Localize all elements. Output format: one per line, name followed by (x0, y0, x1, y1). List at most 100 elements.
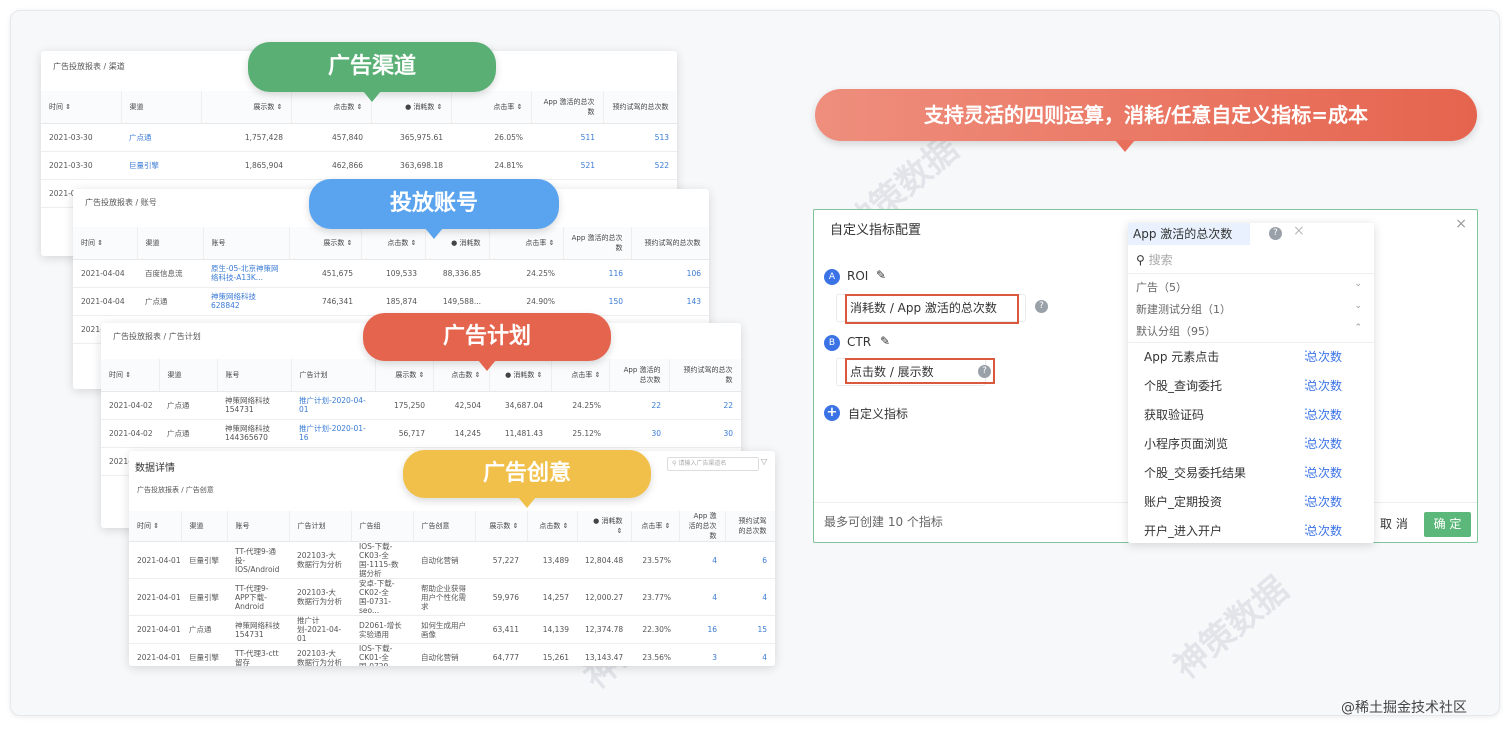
dropdown-item[interactable]: 个股_交易委托结果 (1144, 464, 1246, 481)
table-cell[interactable]: 22 (609, 391, 669, 420)
table-cell[interactable]: 30 (609, 419, 669, 448)
plan-bubble: 广告计划 (363, 313, 611, 371)
aggregation-option[interactable]: 总次数 (1306, 435, 1342, 452)
table-cell[interactable]: 511 (531, 123, 603, 152)
column-header[interactable]: 展示数 ⇕ (375, 359, 434, 392)
column-header: App 激活的总次数 (563, 227, 632, 260)
table-cell[interactable]: 116 (563, 259, 631, 288)
confirm-button[interactable]: 确 定 (1424, 512, 1471, 537)
table-cell[interactable]: 15 (725, 615, 775, 644)
add-metric-icon[interactable]: + (824, 405, 840, 421)
chevron-up-icon[interactable]: ⌃ (1354, 323, 1362, 333)
column-header[interactable]: 点击率 ⇕ (551, 359, 610, 392)
table-cell[interactable]: 522 (603, 151, 677, 180)
column-header[interactable]: 点击数 ⇕ (527, 511, 578, 542)
add-metric-button[interactable]: 自定义指标 (848, 405, 908, 422)
column-header[interactable]: 点击率 ⇕ (489, 227, 564, 260)
divider (1128, 273, 1374, 274)
selected-chip[interactable]: App 激活的总次数 (1128, 223, 1250, 245)
table-cell[interactable]: 143 (631, 287, 709, 316)
dropdown-group[interactable]: 默认分组（95） (1136, 323, 1216, 339)
dropdown-item[interactable]: 账户_定期投资 (1144, 493, 1222, 510)
table-cell: 109,533 (361, 259, 425, 288)
column-header[interactable]: 点击数 ⇕ (291, 91, 372, 124)
help-icon[interactable]: ? (1035, 300, 1048, 313)
aggregation-option[interactable]: 总次数 (1306, 348, 1342, 365)
table-cell[interactable]: 513 (603, 123, 677, 152)
table-cell[interactable]: 神策网络科技628842 (203, 287, 289, 316)
aggregation-option[interactable]: 总次数 (1306, 406, 1342, 423)
column-header[interactable]: 时间 ⇕ (101, 359, 160, 392)
table-cell[interactable]: 521 (531, 151, 603, 180)
column-header[interactable]: 展示数 ⇕ (475, 511, 528, 542)
table-cell: 广点通 (159, 419, 217, 448)
dropdown-item[interactable]: 个股_查询委托 (1144, 377, 1222, 394)
column-header: 渠道 (181, 511, 228, 542)
table-cell: IOS-下载-CK03-全国-1115-数据分析 (351, 541, 413, 579)
aggregation-option[interactable]: 总次数 (1306, 464, 1342, 481)
dropdown-group[interactable]: 广告（5） (1136, 279, 1187, 295)
metric-name-roi: ROI (847, 269, 869, 283)
help-icon[interactable]: ? (1269, 227, 1282, 240)
dropdown-item[interactable]: 小程序页面浏览 (1144, 435, 1228, 452)
table-cell: 363,698.18 (371, 151, 451, 180)
column-header: 账号 (217, 359, 292, 392)
table-cell: 1,757,428 (201, 123, 291, 152)
table-cell[interactable]: 推广计划-2020-01-16 (291, 419, 375, 448)
dropdown-group[interactable]: 新建测试分组（1） (1136, 301, 1231, 317)
column-header[interactable]: 展示数 ⇕ (289, 227, 362, 260)
column-header[interactable]: 点击率 ⇕ (631, 511, 680, 542)
chevron-down-icon[interactable]: ⌄ (1354, 279, 1362, 289)
table-cell[interactable]: 4 (725, 578, 775, 616)
table-cell[interactable]: 4 (679, 541, 725, 579)
table-cell: 2021-04-01 (129, 578, 181, 616)
column-header[interactable]: 点击数 ⇕ (361, 227, 426, 260)
dropdown-item[interactable]: 开户_进入开户 (1144, 522, 1222, 539)
table-cell[interactable]: 16 (679, 615, 725, 644)
column-header[interactable]: 时间 ⇕ (129, 511, 182, 542)
table-cell[interactable]: 3 (679, 643, 725, 666)
cancel-button[interactable]: 取 消 (1380, 515, 1408, 532)
clear-icon[interactable]: × (1293, 223, 1305, 239)
aggregation-option[interactable]: 总次数 (1306, 522, 1342, 539)
table-cell: 11,481.43 (489, 419, 551, 448)
table-row: 2021-04-02 广点通 神策网络科技144365670 推广计划-2020-01… (101, 419, 741, 448)
column-header: App 激活的总次数 (531, 91, 604, 124)
column-header[interactable]: 展示数 ⇕ (201, 91, 292, 124)
table-cell: 安卓-下载-CK02-全国-0731-seo... (351, 578, 413, 616)
table-cell[interactable]: 广点通 (121, 123, 201, 152)
table-cell[interactable]: 30 (669, 419, 741, 448)
table-cell[interactable]: 推广计划-2020-04-01 (291, 391, 375, 420)
edit-icon[interactable]: ✎ (876, 268, 886, 282)
aggregation-option[interactable]: 总次数 (1306, 377, 1342, 394)
table-cell[interactable]: 原生-05-北京神策网络科技-A13K... (203, 259, 289, 288)
creative-bubble: 广告创意 (403, 450, 651, 508)
table-cell[interactable]: 巨量引擎 (121, 151, 201, 180)
column-header[interactable]: ● 消耗数 ⇕ (577, 511, 632, 542)
column-header[interactable]: 时间 ⇕ (73, 227, 138, 260)
metric-badge-b: B (824, 335, 840, 351)
column-header[interactable]: 时间 ⇕ (41, 91, 122, 124)
aggregation-option[interactable]: 总次数 (1306, 493, 1342, 510)
column-header[interactable]: 点击率 ⇕ (451, 91, 532, 124)
filter-icon[interactable]: ▽ (761, 457, 767, 466)
table-cell[interactable]: 4 (679, 578, 725, 616)
chevron-down-icon[interactable]: ⌄ (1354, 301, 1362, 311)
table-cell[interactable]: 4 (725, 643, 775, 666)
table-cell[interactable]: 22 (669, 391, 741, 420)
dropdown-search[interactable]: ⚲ 搜索 (1136, 251, 1173, 268)
dropdown-item[interactable]: App 元素点击 (1144, 348, 1219, 365)
search-input[interactable]: ⚲ 请输入广告渠道名 (667, 457, 759, 471)
column-header[interactable]: ● 消耗数 ⇕ (489, 359, 552, 392)
table-cell[interactable]: 6 (725, 541, 775, 579)
column-header[interactable]: ● 消耗数 ⇕ (371, 91, 452, 124)
table-cell[interactable]: 106 (631, 259, 709, 288)
close-icon[interactable]: × (1455, 216, 1467, 232)
table-cell[interactable]: 150 (563, 287, 631, 316)
table-cell: 13,143.47 (577, 643, 631, 666)
credit: @稀土掘金技术社区 (1341, 700, 1467, 716)
dropdown-item[interactable]: 获取验证码 (1144, 406, 1204, 423)
edit-icon[interactable]: ✎ (880, 334, 890, 348)
help-icon[interactable]: ? (978, 365, 991, 378)
breadcrumb: 广告投放报表 / 广告创意 (137, 486, 214, 494)
